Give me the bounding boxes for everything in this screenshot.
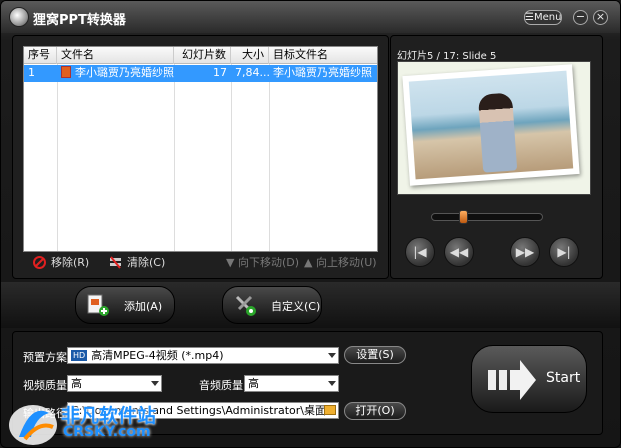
start-label: Start (546, 370, 581, 386)
col-index[interactable]: 序号 (24, 47, 57, 64)
add-file-icon (87, 294, 109, 316)
slide-photo (408, 70, 574, 180)
settings-button[interactable]: 设置(S) (344, 346, 406, 364)
customize-label: 自定义(C) (271, 300, 321, 313)
file-list-panel: 序号 文件名 幻灯片数 大小 目标文件名 1 李小璐贾乃亮婚纱照 17 7,84… (12, 35, 389, 279)
col-target[interactable]: 目标文件名 (269, 47, 377, 64)
tools-icon (235, 295, 256, 316)
col-filename[interactable]: 文件名 (57, 47, 174, 64)
slide-preview (397, 61, 591, 195)
move-up-label: 向上移动(U) (315, 256, 377, 269)
move-up-button[interactable]: ▲ 向上移动(U) (304, 255, 377, 271)
remove-label: 移除(R) (51, 256, 90, 269)
seek-bar[interactable] (431, 213, 543, 221)
arrow-down-icon: ▼ (226, 256, 238, 269)
clear-button[interactable]: 清除(C) (109, 255, 165, 271)
app-window: 狸窝PPT转换器 ☰Menu − × 序号 文件名 幻灯片数 大小 目标文件名 … (0, 0, 621, 448)
menu-icon: ☰ (525, 12, 534, 23)
menu-button[interactable]: ☰Menu (524, 10, 562, 25)
video-quality-label: 视频质量: (23, 379, 71, 392)
fast-forward-button[interactable]: ▶▶ (510, 237, 540, 267)
first-slide-button[interactable]: |◀ (405, 237, 435, 267)
skip-to-start-icon: |◀ (413, 245, 427, 259)
hd-badge-icon: HD (71, 350, 88, 361)
list-actions: 移除(R) 清除(C) ▼ 向下移动(D) ▲ 向上移动(U) (21, 255, 381, 271)
table-header: 序号 文件名 幻灯片数 大小 目标文件名 (24, 47, 377, 64)
rewind-button[interactable]: ◀◀ (444, 237, 474, 267)
arrow-up-icon: ▲ (304, 256, 316, 269)
row-target: 李小璐贾乃亮婚纱照 (273, 66, 372, 79)
minimize-button[interactable]: − (573, 10, 588, 25)
video-quality-select[interactable]: 高 (67, 375, 162, 392)
remove-button[interactable]: 移除(R) (33, 255, 89, 271)
divider (174, 64, 175, 251)
remove-icon (33, 256, 46, 269)
audio-quality-value: 高 (248, 377, 259, 390)
menu-label: Menu (533, 12, 562, 23)
divider (57, 64, 58, 251)
close-button[interactable]: × (593, 10, 608, 25)
chevron-down-icon (151, 381, 159, 386)
last-slide-button[interactable]: ▶| (549, 237, 579, 267)
video-quality-value: 高 (71, 377, 82, 390)
ppt-file-icon (61, 66, 71, 78)
preset-label: 预置方案: (23, 351, 71, 364)
skip-to-end-icon: ▶| (557, 245, 571, 259)
seek-handle[interactable] (459, 210, 468, 224)
app-logo-icon (9, 7, 29, 27)
chevron-down-icon (328, 353, 336, 358)
customize-button[interactable]: 自定义(C) (222, 286, 322, 324)
add-button[interactable]: 添加(A) (75, 286, 175, 324)
watermark-sub: CRSKY.com (63, 424, 151, 440)
open-button[interactable]: 打开(O) (344, 402, 406, 420)
file-table: 序号 文件名 幻灯片数 大小 目标文件名 1 李小璐贾乃亮婚纱照 17 7,84… (23, 46, 378, 252)
audio-quality-label: 音频质量: (199, 379, 247, 392)
divider (269, 64, 270, 251)
photo-subject (477, 92, 518, 173)
add-label: 添加(A) (124, 300, 163, 313)
start-button[interactable]: Start (471, 345, 587, 413)
preset-value: 高清MPEG-4视频 (*.mp4) (91, 349, 224, 362)
preset-select[interactable]: HD 高清MPEG-4视频 (*.mp4) (67, 347, 339, 364)
window-title: 狸窝PPT转换器 (33, 13, 126, 28)
folder-icon[interactable] (324, 405, 336, 415)
slide-counter: 幻灯片5 / 17: Slide 5 (397, 51, 497, 62)
clear-icon (110, 256, 121, 269)
move-down-label: 向下移动(D) (237, 256, 300, 269)
start-arrow-icon (488, 360, 536, 400)
audio-quality-select[interactable]: 高 (244, 375, 339, 392)
clear-label: 清除(C) (127, 256, 166, 269)
row-filename: 李小璐贾乃亮婚纱照 (57, 65, 174, 82)
title-bar: 狸窝PPT转换器 ☰Menu − × (1, 1, 620, 33)
row-index: 1 (28, 66, 35, 79)
col-slides[interactable]: 幻灯片数 (174, 47, 231, 64)
fast-forward-icon: ▶▶ (515, 245, 535, 259)
row-size: 7,84... (235, 66, 269, 79)
divider (231, 64, 232, 251)
row-slides: 17 (213, 66, 227, 79)
move-down-button[interactable]: ▼ 向下移动(D) (226, 255, 299, 271)
table-row[interactable]: 1 李小璐贾乃亮婚纱照 17 7,84... 李小璐贾乃亮婚纱照 (24, 65, 377, 82)
rewind-icon: ◀◀ (449, 245, 469, 259)
row-filename-text: 李小璐贾乃亮婚纱照 (75, 66, 174, 79)
col-size[interactable]: 大小 (231, 47, 269, 64)
photo-frame (402, 64, 580, 186)
chevron-down-icon (328, 381, 336, 386)
